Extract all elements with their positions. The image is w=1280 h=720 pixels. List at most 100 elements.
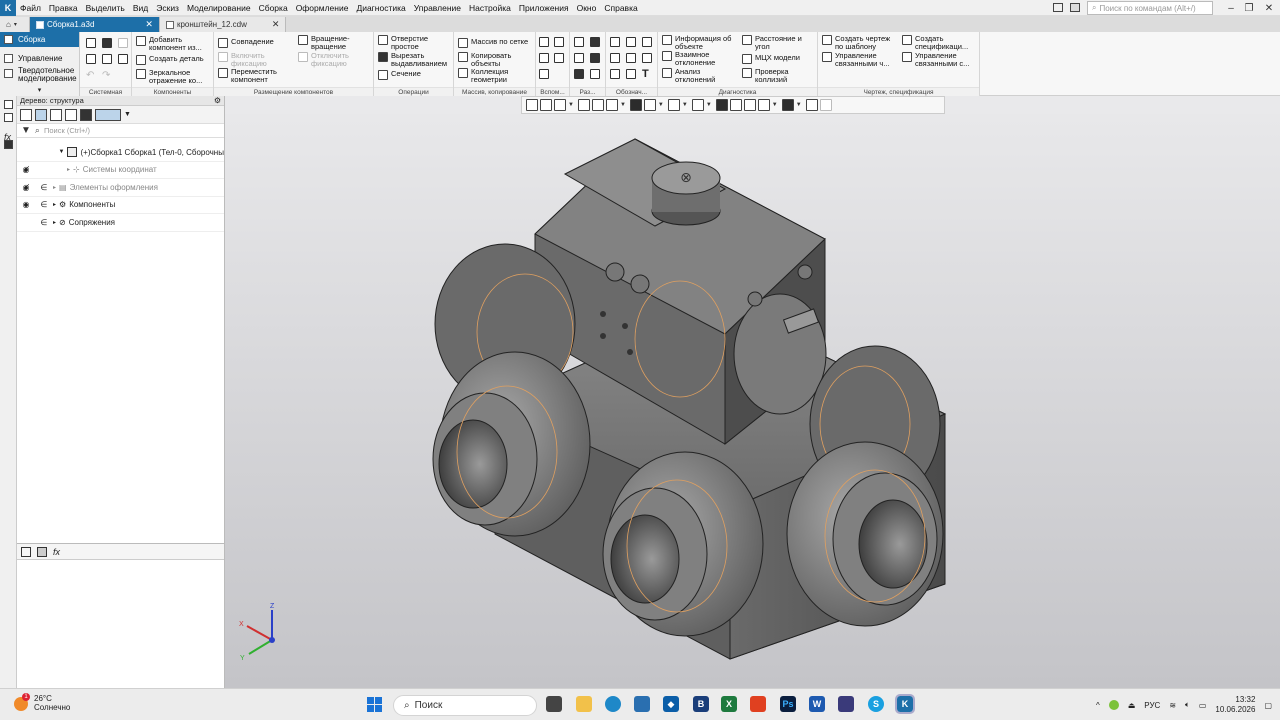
close-icon[interactable]: ✕ — [145, 19, 153, 30]
menu-sketch[interactable]: Эскиз — [152, 0, 183, 16]
tree-panel-icon[interactable] — [4, 100, 13, 109]
styles-icon[interactable] — [743, 99, 756, 111]
start-button[interactable] — [367, 697, 383, 713]
tree-panel-icon[interactable] — [21, 546, 31, 557]
nav-management[interactable]: Управление — [0, 51, 79, 66]
grid-array-button[interactable]: Массив по сетке — [458, 38, 536, 48]
nav-assembly[interactable]: Сборка — [0, 32, 79, 47]
excel-icon[interactable]: X — [721, 696, 737, 712]
disable-fix-button[interactable]: Отключить фиксацию — [298, 52, 370, 67]
menu-view[interactable]: Вид — [129, 0, 152, 16]
move-component-button[interactable]: Переместить компонент — [218, 68, 290, 83]
chevron-right-icon[interactable]: ▸ — [53, 219, 56, 226]
close-icon[interactable]: ✕ — [272, 19, 280, 30]
screenshot-icon[interactable] — [1070, 3, 1080, 12]
enable-fix-button[interactable]: Включить фиксацию — [218, 52, 290, 67]
menu-select[interactable]: Выделить — [82, 0, 129, 16]
section-button[interactable]: Сечение — [378, 70, 452, 80]
filter-icon[interactable]: ▼ — [21, 125, 31, 136]
properties-panel-icon[interactable] — [4, 113, 13, 122]
restore-button[interactable]: ❐ — [1238, 0, 1260, 16]
filter-icon[interactable] — [781, 99, 794, 111]
coincide-button[interactable]: Совпадение — [218, 38, 290, 48]
shaded-icon[interactable] — [629, 99, 642, 111]
camera-icon[interactable] — [691, 99, 704, 111]
diameter-icon[interactable] — [626, 37, 636, 47]
split-face-icon[interactable] — [574, 53, 584, 63]
word-icon[interactable]: W — [809, 696, 825, 712]
layers-icon[interactable] — [729, 99, 742, 111]
mark-icon[interactable] — [626, 69, 636, 79]
edge-icon[interactable] — [605, 696, 621, 712]
variables-icon[interactable]: fx — [4, 132, 11, 142]
b-app-icon[interactable]: B — [693, 696, 709, 712]
create-part-button[interactable]: Создать деталь — [136, 55, 212, 65]
chevron-down-icon[interactable]: ▾ — [0, 86, 79, 94]
split-shell-icon[interactable] — [590, 69, 600, 79]
language-indicator[interactable]: РУС — [1144, 701, 1160, 710]
object-info-button[interactable]: Информация об объекте — [662, 35, 738, 50]
save-icon[interactable] — [118, 38, 128, 48]
tab-assembly1[interactable]: Сборка1.a3d ✕ — [30, 17, 160, 32]
battery-icon[interactable]: ▭ — [1199, 701, 1207, 710]
chevron-right-icon[interactable]: ▸ — [53, 184, 56, 191]
distance-angle-button[interactable]: Расстояние и угол — [742, 35, 816, 50]
geometry-collection-button[interactable]: Коллекция геометрии — [458, 68, 536, 83]
chevron-down-icon[interactable]: ▼ — [706, 102, 712, 108]
hidden-eye-icon[interactable]: ◉̸ — [17, 183, 35, 192]
mass-properties-button[interactable]: МЦХ модели — [742, 54, 816, 64]
gear-icon[interactable]: ⚙ — [214, 96, 221, 106]
manage-linked-drawings-button[interactable]: Управление связанными ч... — [822, 52, 900, 67]
chevron-down-icon[interactable]: ▼ — [124, 111, 131, 118]
nav-solid-modeling[interactable]: Твердотельное моделирование — [0, 66, 79, 84]
save-all-icon[interactable] — [102, 54, 112, 64]
tree-root[interactable]: ▼ (+)Сборка1 Сборка1 (Тел-0, Сборочны — [17, 144, 224, 162]
aux-plane-icon[interactable] — [554, 37, 564, 47]
redo-icon[interactable]: ↷ — [102, 70, 110, 81]
usb-icon[interactable]: ⏏ — [1128, 701, 1136, 710]
split-icon[interactable] — [574, 37, 584, 47]
menu-window[interactable]: Окно — [573, 0, 601, 16]
hidden-eye-icon[interactable]: ◉̸ — [17, 165, 35, 174]
save-app-icon[interactable] — [838, 696, 854, 712]
mirror-component-button[interactable]: Зеркальное отражение ко... — [136, 69, 212, 84]
weather-widget[interactable]: 26°C Солнечно — [34, 694, 70, 712]
open-icon[interactable] — [102, 38, 112, 48]
dropbox-icon[interactable]: ◆ — [663, 696, 679, 712]
chevron-right-icon[interactable]: ▸ — [67, 166, 70, 173]
copy-objects-button[interactable]: Копировать объекты — [458, 52, 536, 67]
menu-diagnostics[interactable]: Диагностика — [352, 0, 409, 16]
simple-hole-button[interactable]: Отверстие простое — [378, 35, 452, 50]
chevron-down-icon[interactable]: ▼ — [658, 102, 664, 108]
menu-settings[interactable]: Настройка — [465, 0, 515, 16]
layout-icon[interactable] — [1053, 3, 1063, 12]
section-view-icon[interactable] — [715, 99, 728, 111]
roughness-icon[interactable] — [610, 53, 620, 63]
clock[interactable]: 13:32 10.06.2026 — [1215, 695, 1255, 715]
zoom-window-icon[interactable] — [540, 99, 552, 111]
tree-item-design-elements[interactable]: ◉̸ ∈ ▸ ▤ Элементы оформления — [17, 179, 224, 197]
base-icon[interactable] — [626, 53, 636, 63]
menu-assembly[interactable]: Сборка — [255, 0, 292, 16]
menu-modeling[interactable]: Моделирование — [183, 0, 255, 16]
tree-item-mates[interactable]: ∈ ▸ ⊘ Сопряжения — [17, 214, 224, 232]
eye-icon[interactable]: ◉ — [17, 200, 35, 209]
creative-cloud-icon[interactable] — [750, 696, 766, 712]
text-icon[interactable]: T — [642, 68, 649, 80]
app-logo-icon[interactable]: K — [0, 0, 16, 16]
tray-app-icon[interactable] — [1108, 700, 1119, 710]
structure-icon[interactable] — [20, 108, 32, 121]
pan-icon[interactable] — [577, 99, 590, 111]
build-order-icon[interactable] — [35, 108, 47, 121]
tolerance-icon[interactable] — [642, 53, 652, 63]
volume-icon[interactable]: 🔈︎ — [1185, 700, 1190, 710]
new-icon[interactable] — [86, 38, 96, 48]
display-mode-icon[interactable] — [643, 99, 656, 111]
create-drawing-button[interactable]: Создать чертеж по шаблону — [822, 35, 900, 50]
visibility-icon[interactable] — [667, 99, 680, 111]
chevron-right-icon[interactable]: ▸ — [53, 201, 56, 208]
rotate-rotate-button[interactable]: Вращение-вращение — [298, 35, 370, 50]
detail-view-icon[interactable] — [65, 108, 77, 121]
skype-icon[interactable]: S — [868, 696, 884, 712]
wifi-icon[interactable]: ≋ — [1169, 701, 1176, 710]
